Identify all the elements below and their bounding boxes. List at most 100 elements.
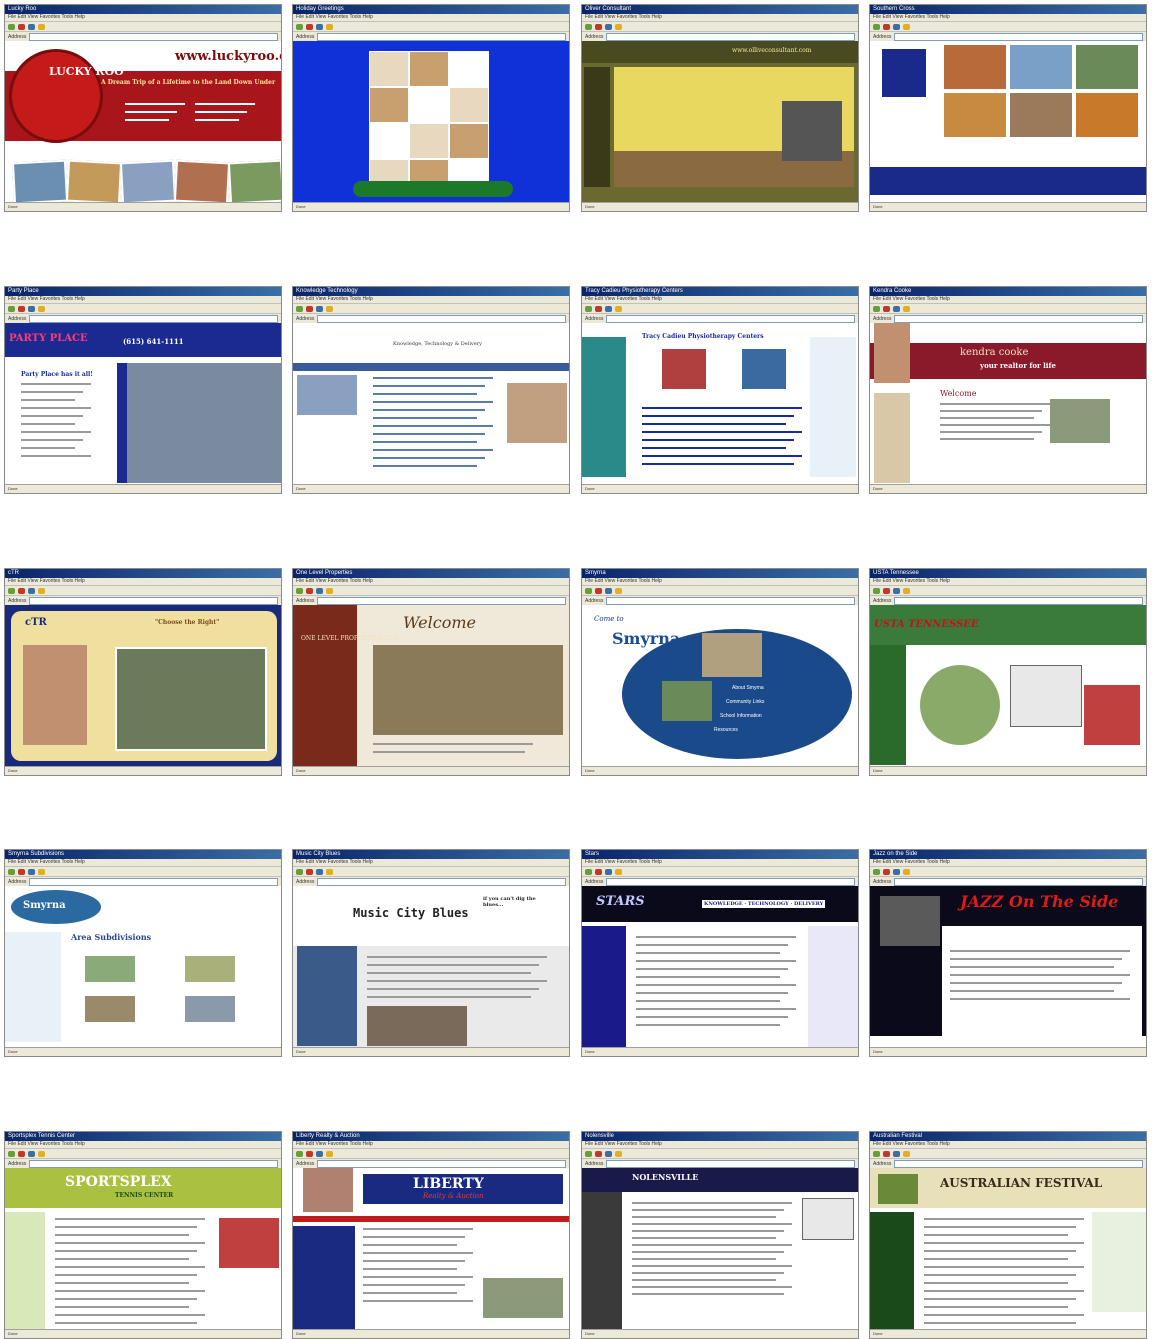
browser-thumbnail[interactable]: Sportsplex Tennis Center File Edit View F… xyxy=(4,1131,282,1339)
address-input[interactable] xyxy=(317,596,566,605)
stop-icon[interactable] xyxy=(883,305,890,312)
stop-icon[interactable] xyxy=(18,587,25,594)
menu-bar[interactable]: File Edit View Favorites Tools Help xyxy=(582,578,858,586)
home-icon[interactable] xyxy=(893,587,900,594)
favorites-icon[interactable] xyxy=(903,1150,910,1157)
menu-bar[interactable]: File Edit View Favorites Tools Help xyxy=(870,578,1146,586)
menu-bar[interactable]: File Edit View Favorites Tools Help xyxy=(293,859,569,867)
address-input[interactable] xyxy=(29,32,278,41)
home-icon[interactable] xyxy=(893,305,900,312)
browser-thumbnail[interactable]: Australian Festival File Edit View Favori… xyxy=(869,1131,1147,1339)
menu-bar[interactable]: File Edit View Favorites Tools Help xyxy=(870,14,1146,22)
back-icon[interactable] xyxy=(296,23,303,30)
address-input[interactable] xyxy=(606,32,855,41)
stop-icon[interactable] xyxy=(595,23,602,30)
favorites-icon[interactable] xyxy=(903,23,910,30)
favorites-icon[interactable] xyxy=(326,868,333,875)
home-icon[interactable] xyxy=(28,1150,35,1157)
back-icon[interactable] xyxy=(585,305,592,312)
toolbar[interactable] xyxy=(293,304,569,314)
toolbar[interactable] xyxy=(582,1149,858,1159)
menu-bar[interactable]: File Edit View Favorites Tools Help xyxy=(5,578,281,586)
browser-thumbnail[interactable]: Liberty Realty & Auction File Edit View F… xyxy=(292,1131,570,1339)
home-icon[interactable] xyxy=(893,1150,900,1157)
favorites-icon[interactable] xyxy=(903,587,910,594)
browser-thumbnail[interactable]: Kendra Cooke File Edit View Favorites Too… xyxy=(869,286,1147,494)
home-icon[interactable] xyxy=(605,868,612,875)
back-icon[interactable] xyxy=(873,23,880,30)
toolbar[interactable] xyxy=(582,22,858,32)
favorites-icon[interactable] xyxy=(326,587,333,594)
toolbar[interactable] xyxy=(870,1149,1146,1159)
stop-icon[interactable] xyxy=(883,587,890,594)
home-icon[interactable] xyxy=(893,868,900,875)
toolbar[interactable] xyxy=(293,867,569,877)
browser-thumbnail[interactable]: Holiday Greetings File Edit View Favorite… xyxy=(292,4,570,212)
oval-menu-item[interactable]: Resources xyxy=(714,727,738,733)
address-input[interactable] xyxy=(894,596,1143,605)
address-input[interactable] xyxy=(317,877,566,886)
stop-icon[interactable] xyxy=(595,587,602,594)
address-input[interactable] xyxy=(317,314,566,323)
address-input[interactable] xyxy=(606,877,855,886)
home-icon[interactable] xyxy=(316,868,323,875)
back-icon[interactable] xyxy=(873,305,880,312)
favorites-icon[interactable] xyxy=(326,305,333,312)
back-icon[interactable] xyxy=(8,1150,15,1157)
oval-menu-item[interactable]: School Information xyxy=(720,713,762,719)
browser-thumbnail[interactable]: cTR File Edit View Favorites Tools Help Ad… xyxy=(4,568,282,776)
menu-bar[interactable]: File Edit View Favorites Tools Help xyxy=(5,1141,281,1149)
toolbar[interactable] xyxy=(293,586,569,596)
menu-bar[interactable]: File Edit View Favorites Tools Help xyxy=(870,1141,1146,1149)
back-icon[interactable] xyxy=(8,305,15,312)
browser-thumbnail[interactable]: Smyrna File Edit View Favorites Tools Hel… xyxy=(581,568,859,776)
stop-icon[interactable] xyxy=(306,23,313,30)
menu-bar[interactable]: File Edit View Favorites Tools Help xyxy=(293,14,569,22)
back-icon[interactable] xyxy=(296,587,303,594)
stop-icon[interactable] xyxy=(18,23,25,30)
address-input[interactable] xyxy=(29,877,278,886)
toolbar[interactable] xyxy=(870,867,1146,877)
back-icon[interactable] xyxy=(585,1150,592,1157)
browser-thumbnail[interactable]: Smyrna Subdivisions File Edit View Favori… xyxy=(4,849,282,1057)
favorites-icon[interactable] xyxy=(615,868,622,875)
favorites-icon[interactable] xyxy=(903,868,910,875)
stop-icon[interactable] xyxy=(883,1150,890,1157)
menu-bar[interactable]: File Edit View Favorites Tools Help xyxy=(582,859,858,867)
favorites-icon[interactable] xyxy=(326,1150,333,1157)
address-input[interactable] xyxy=(317,32,566,41)
stop-icon[interactable] xyxy=(595,305,602,312)
stop-icon[interactable] xyxy=(595,868,602,875)
browser-thumbnail[interactable]: USTA Tennessee File Edit View Favorites T… xyxy=(869,568,1147,776)
toolbar[interactable] xyxy=(870,304,1146,314)
home-icon[interactable] xyxy=(316,23,323,30)
address-input[interactable] xyxy=(606,314,855,323)
home-icon[interactable] xyxy=(316,305,323,312)
toolbar[interactable] xyxy=(5,586,281,596)
browser-thumbnail[interactable]: Party Place File Edit View Favorites Tool… xyxy=(4,286,282,494)
home-icon[interactable] xyxy=(605,1150,612,1157)
back-icon[interactable] xyxy=(873,1150,880,1157)
toolbar[interactable] xyxy=(582,304,858,314)
stop-icon[interactable] xyxy=(306,868,313,875)
oval-menu-item[interactable]: About Smyrna xyxy=(732,685,764,691)
address-input[interactable] xyxy=(317,1159,566,1168)
oval-menu-item[interactable]: Community Links xyxy=(726,699,764,705)
browser-thumbnail[interactable]: Tracy Cadieu Physiotherapy Centers File E… xyxy=(581,286,859,494)
menu-bar[interactable]: File Edit View Favorites Tools Help xyxy=(582,1141,858,1149)
browser-thumbnail[interactable]: Jazz on the Side File Edit View Favorites… xyxy=(869,849,1147,1057)
browser-thumbnail[interactable]: Southern Cross File Edit View Favorites T… xyxy=(869,4,1147,212)
favorites-icon[interactable] xyxy=(38,305,45,312)
browser-thumbnail[interactable]: Stars File Edit View Favorites Tools Help… xyxy=(581,849,859,1057)
back-icon[interactable] xyxy=(296,1150,303,1157)
toolbar[interactable] xyxy=(870,22,1146,32)
back-icon[interactable] xyxy=(585,868,592,875)
favorites-icon[interactable] xyxy=(615,23,622,30)
home-icon[interactable] xyxy=(316,1150,323,1157)
back-icon[interactable] xyxy=(873,868,880,875)
stop-icon[interactable] xyxy=(18,305,25,312)
home-icon[interactable] xyxy=(28,23,35,30)
stop-icon[interactable] xyxy=(18,1150,25,1157)
home-icon[interactable] xyxy=(605,305,612,312)
home-icon[interactable] xyxy=(28,587,35,594)
